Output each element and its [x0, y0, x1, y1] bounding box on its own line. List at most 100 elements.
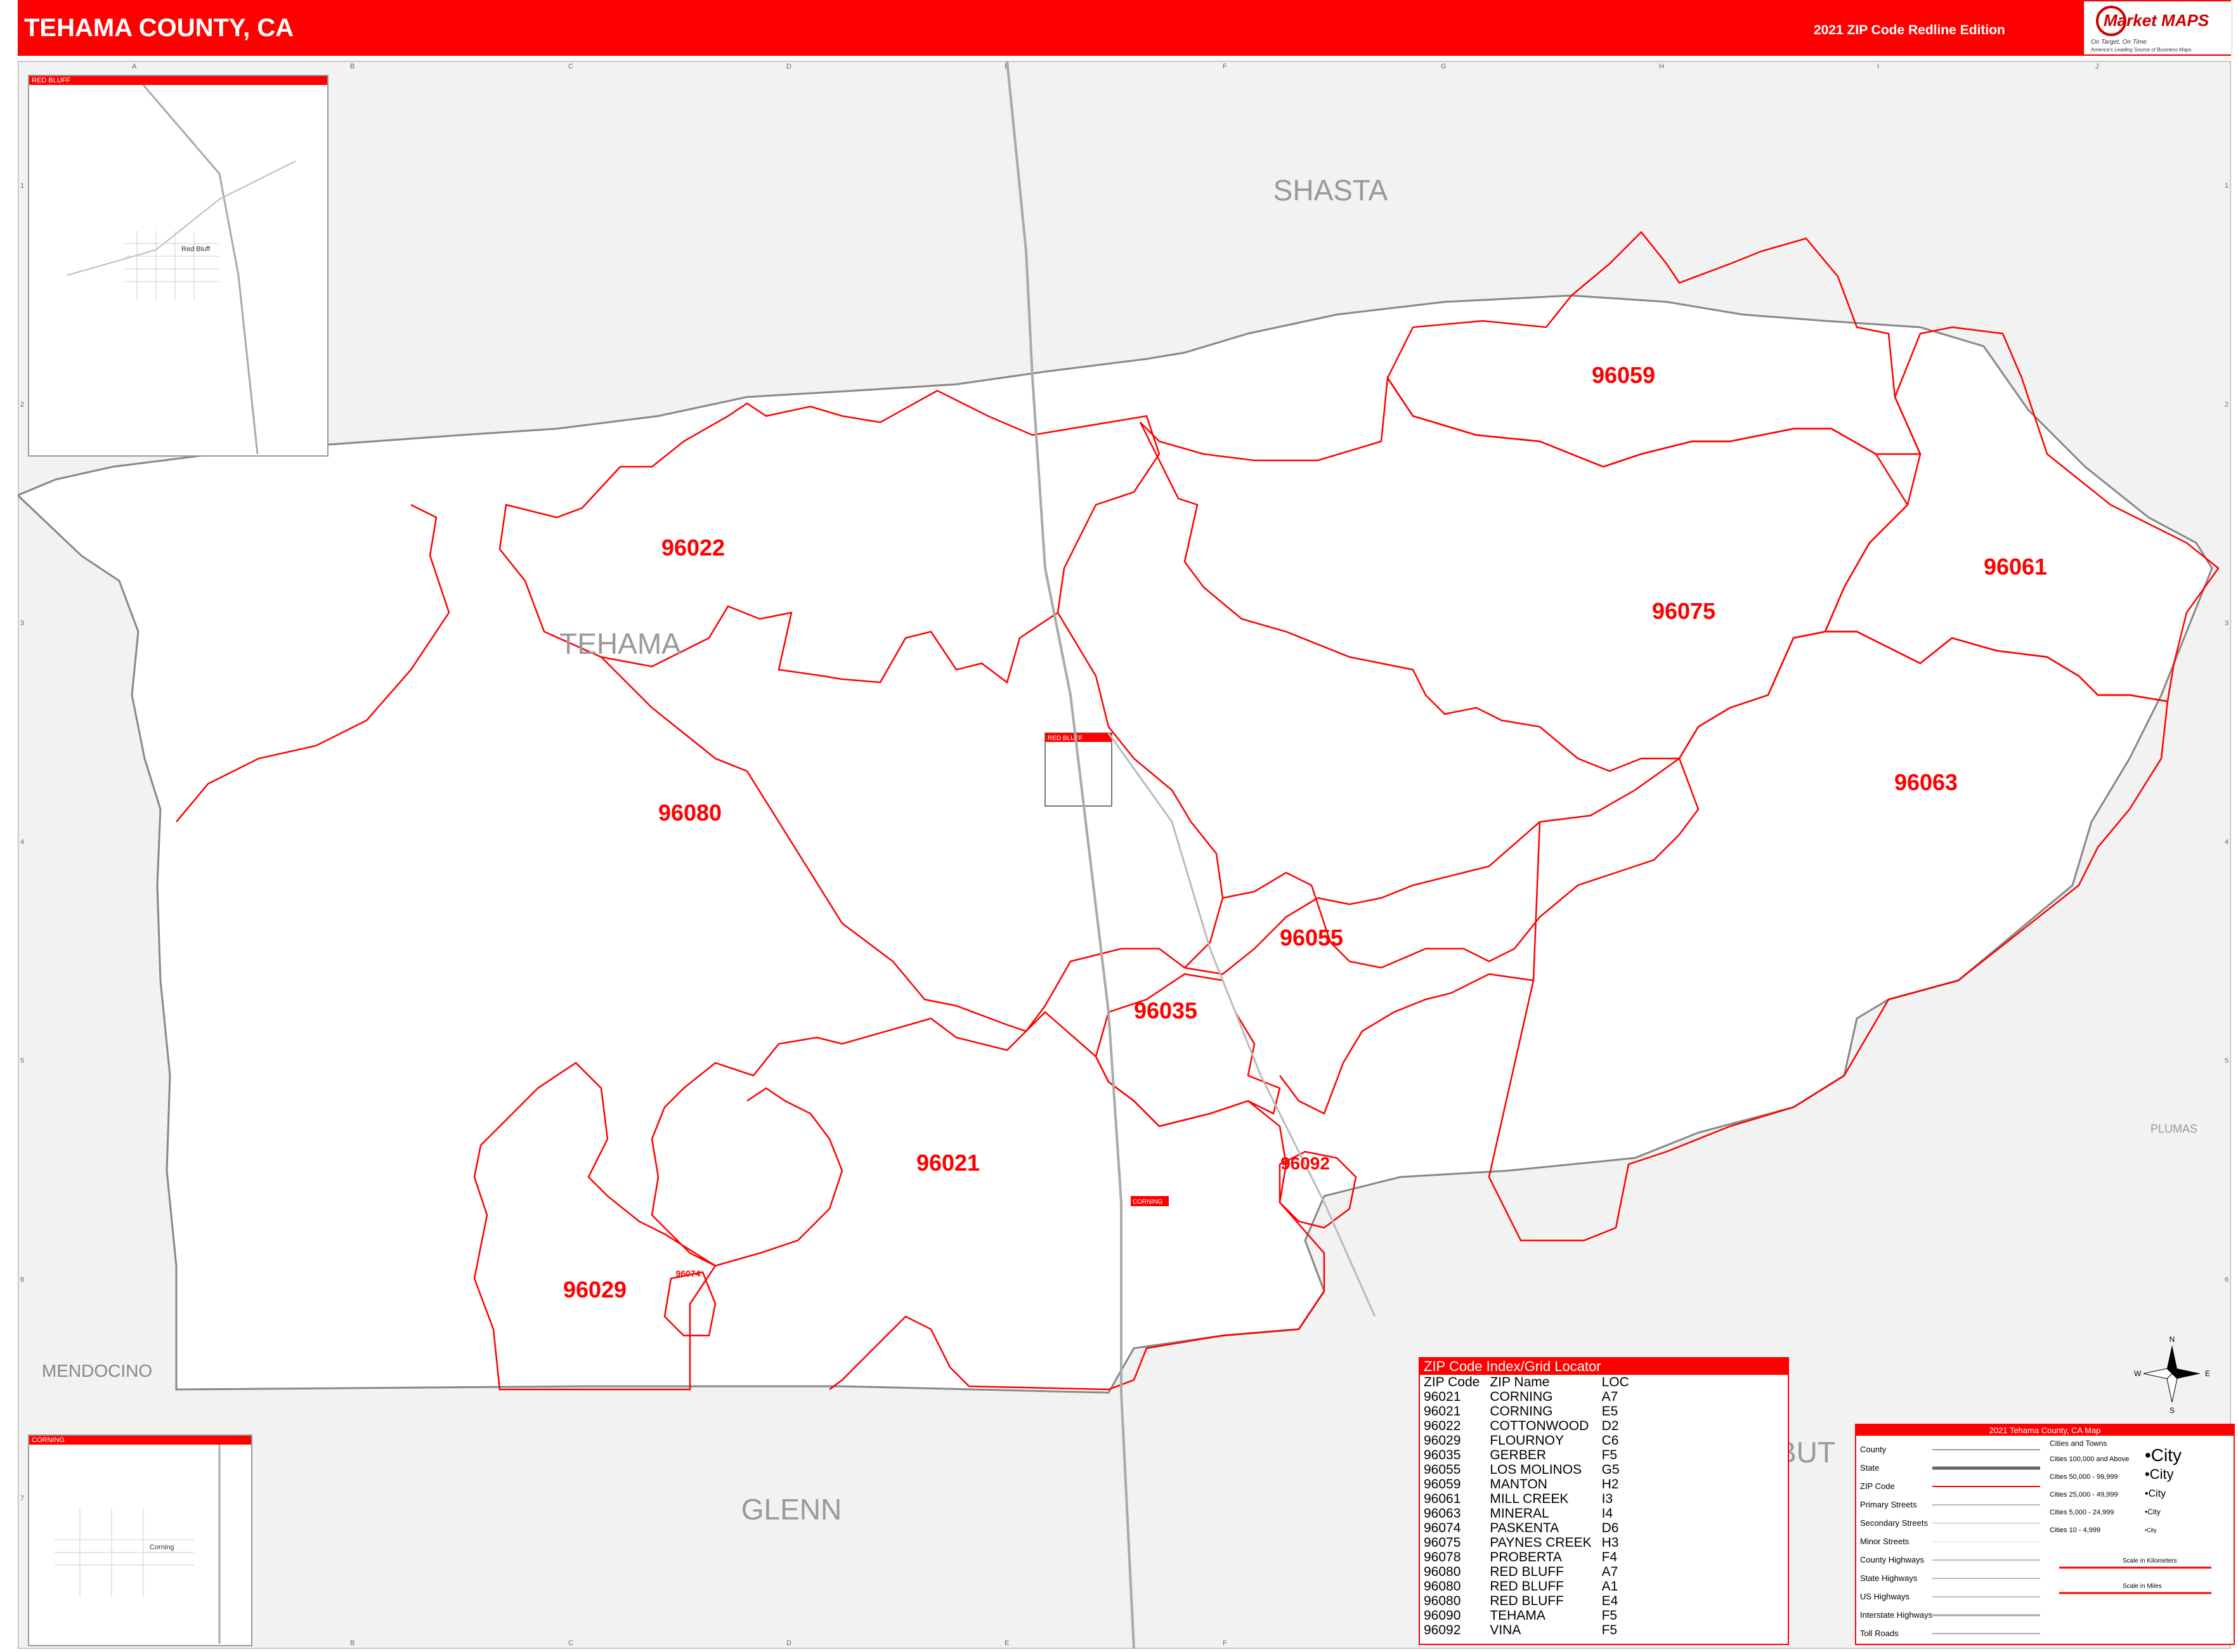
legend-item-label: County Highways	[1860, 1555, 1925, 1564]
zip-label-96035[interactable]: 96035	[1134, 998, 1197, 1024]
red-bluff-inset-map: Red Bluff	[67, 84, 296, 455]
logo-subtagline: America's Leading Source of Business Map…	[2090, 47, 2192, 53]
legend-city-sample: •City	[2145, 1488, 2166, 1499]
zip-label-96092[interactable]: 96092	[1280, 1154, 1330, 1173]
zip-index-row: 96074 PASKENTA D6	[1424, 1521, 1639, 1535]
legend-city-range: Cities 50,000 - 99,999	[2050, 1473, 2118, 1481]
zip-index-header: LOC	[1601, 1375, 1629, 1389]
corning-inset-map: Corning	[55, 1445, 221, 1644]
zip-code-index: ZIP Code Index/Grid Locator ZIP Code ZIP …	[1419, 1357, 1789, 1645]
zip-label-96074[interactable]: 96074	[676, 1268, 701, 1278]
corning-locator-label: CORNING	[1133, 1199, 1162, 1206]
zip-label-96059[interactable]: 96059	[1592, 362, 1655, 388]
grid-column-label: H	[1659, 63, 1664, 70]
grid-row-label: 6	[2225, 1276, 2228, 1284]
zip-label-96029[interactable]: 96029	[563, 1277, 627, 1303]
grid-row-label: 1	[2225, 182, 2228, 190]
zip-label-96080[interactable]: 96080	[658, 800, 722, 826]
zip-index-cell: 96021	[1424, 1389, 1461, 1404]
zip-index-cell: 96090	[1424, 1608, 1461, 1623]
county-label-shasta: SHASTA	[1273, 174, 1388, 207]
red-bluff-inset-title: RED BLUFF	[29, 76, 327, 85]
legend-item-label: ZIP Code	[1860, 1481, 1895, 1491]
zip-index-header: ZIP Name	[1490, 1375, 1550, 1389]
inset-road	[67, 160, 296, 276]
zip-index-cell: MANTON	[1490, 1477, 1547, 1492]
zip-index-cell: D6	[1601, 1521, 1619, 1535]
legend-city-range: Cities 100,000 and Above	[2050, 1455, 2129, 1463]
zip-index-cell: A7	[1601, 1564, 1618, 1579]
zip-index-row: 96021 CORNING E5	[1424, 1404, 1639, 1419]
zip-index-cell: I4	[1601, 1506, 1613, 1521]
zip-label-96061[interactable]: 96061	[1984, 554, 2047, 580]
zip-index-cell: 96029	[1424, 1433, 1461, 1448]
grid-column-label: B	[350, 63, 355, 70]
zip-label-96063[interactable]: 96063	[1894, 769, 1958, 795]
grid-row-label: 5	[2225, 1057, 2228, 1065]
zip-index-cell: GERBER	[1490, 1448, 1547, 1462]
legend-item-label: Toll Roads	[1860, 1629, 1899, 1638]
grid-row-label: 2	[20, 401, 24, 408]
zip-index-cell: F5	[1601, 1608, 1618, 1623]
zip-index-cell: H3	[1601, 1535, 1619, 1550]
grid-row-label: 3	[2225, 620, 2228, 627]
corning-inset-grid	[55, 1508, 194, 1597]
zip-index-cell: 96080	[1424, 1594, 1461, 1608]
publisher-logo: Market MAPS On Target, On Time America's…	[2084, 1, 2232, 55]
map-canvas[interactable]: AABBCCDDEEFFGGHHIIJJ 11223344556677 RED …	[16, 60, 2232, 1650]
zip-index-cell: RED BLUFF	[1490, 1564, 1565, 1579]
legend-city-sample: •City	[2145, 1445, 2182, 1465]
zip-index-header: ZIP Code	[1424, 1375, 1480, 1389]
zip-index-cell: E5	[1601, 1404, 1618, 1419]
legend-cities-title: Cities and Towns	[2050, 1439, 2107, 1448]
legend-body: County State ZIP Code Primary Streets Second…	[1860, 1439, 2211, 1638]
county-label-plumas: PLUMAS	[2150, 1122, 2197, 1135]
grid-row-label: 7	[20, 1495, 24, 1502]
zip-index-cell: CORNING	[1490, 1389, 1553, 1404]
zip-index-cell: COTTONWOOD	[1490, 1419, 1589, 1433]
legend-item-label: State	[1860, 1463, 1879, 1473]
inset-red-bluff-city: Red Bluff	[181, 245, 211, 253]
grid-row-label: 6	[20, 1276, 24, 1284]
zip-label-96055[interactable]: 96055	[1280, 925, 1343, 951]
corning-inset-city: Corning	[150, 1544, 174, 1551]
zip-index-cell: A1	[1601, 1579, 1618, 1594]
legend-city-range: Cities 5,000 - 24,999	[2050, 1509, 2114, 1516]
red-bluff-locator-label: RED BLUFF	[1048, 735, 1083, 742]
legend-title: 2021 Tehama County, CA Map	[1856, 1425, 2234, 1436]
legend-item-label: County	[1860, 1445, 1887, 1454]
grid-column-label: B	[350, 1639, 355, 1647]
zip-index-row: 96080 RED BLUFF E4	[1424, 1594, 1639, 1608]
zip-index-cell: A7	[1601, 1389, 1618, 1404]
inset-street-grid	[124, 231, 219, 301]
zip-index-cell: FLOURNOY	[1490, 1433, 1565, 1448]
grid-row-label: 4	[2225, 838, 2228, 846]
zip-index-cell: 96080	[1424, 1564, 1461, 1579]
zip-label-96075[interactable]: 96075	[1652, 598, 1715, 624]
corning-inset[interactable]: CORNING Corning	[28, 1434, 252, 1646]
legend-item-label: US Highways	[1860, 1592, 1910, 1601]
zip-index-cell: 96022	[1424, 1419, 1461, 1433]
zip-index-cell: 96078	[1424, 1550, 1461, 1564]
grid-row-label: 2	[2225, 401, 2228, 408]
zip-index-cell: TEHAMA	[1490, 1608, 1545, 1623]
zip-label-96022[interactable]: 96022	[661, 535, 725, 561]
zip-index-cell: I3	[1601, 1492, 1613, 1506]
grid-row-label: 5	[20, 1057, 24, 1065]
grid-column-label: C	[568, 1639, 573, 1647]
compass-s: S	[2170, 1406, 2175, 1415]
red-bluff-inset[interactable]: RED BLUFF Red Bluff	[28, 75, 329, 457]
legend-item-label: Secondary Streets	[1860, 1518, 1928, 1528]
zip-index-cell: 96059	[1424, 1477, 1461, 1492]
grid-column-label: A	[132, 63, 137, 70]
grid-column-label: F	[1223, 63, 1227, 70]
edition-label: 2021 ZIP Code Redline Edition	[1814, 23, 2005, 37]
compass-e: E	[2205, 1369, 2210, 1378]
zip-label-96021[interactable]: 96021	[916, 1150, 980, 1176]
legend-city-sample: •City	[2145, 1466, 2174, 1482]
zip-index-row: 96078 PROBERTA F4	[1424, 1550, 1639, 1564]
map-frame[interactable]: AABBCCDDEEFFGGHHIIJJ 11223344556677 RED …	[16, 60, 2232, 1650]
map-title: TEHAMA COUNTY, CA	[24, 14, 294, 42]
zip-index-cell: PROBERTA	[1490, 1550, 1562, 1564]
county-label-mendocino: MENDOCINO	[42, 1361, 152, 1381]
